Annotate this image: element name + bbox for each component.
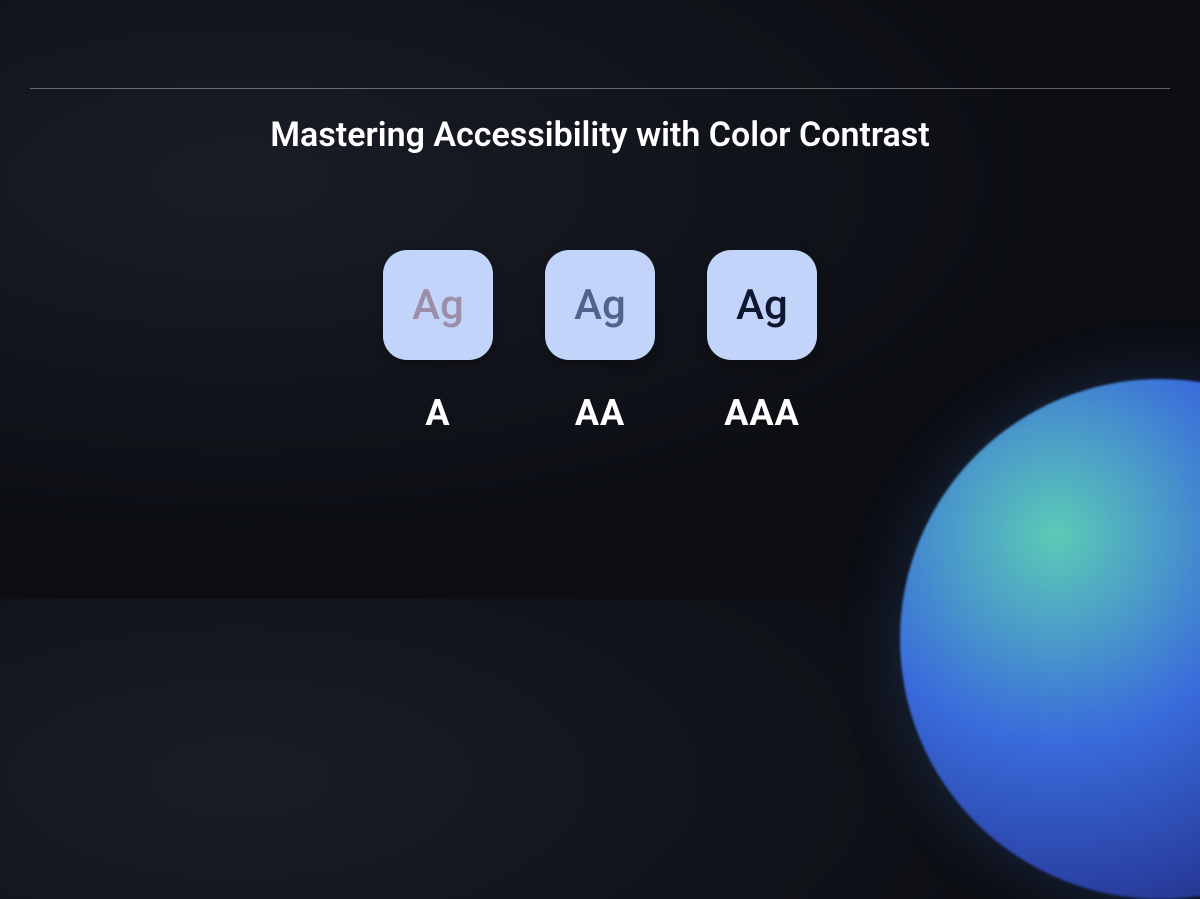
swatch-a: Ag — [383, 250, 493, 360]
swatch-aaa: Ag — [707, 250, 817, 360]
level-label-aaa: AAA — [724, 392, 800, 434]
contrast-level-a: Ag A — [383, 250, 493, 434]
decorative-orb — [900, 379, 1200, 899]
contrast-level-aaa: Ag AAA — [707, 250, 817, 434]
page-title: Mastering Accessibility with Color Contr… — [0, 115, 1200, 155]
contrast-swatch-row: Ag A Ag AA Ag AAA — [0, 250, 1200, 434]
level-label-a: A — [425, 392, 450, 434]
swatch-aa: Ag — [545, 250, 655, 360]
top-divider — [30, 88, 1170, 89]
contrast-level-aa: Ag AA — [545, 250, 655, 434]
level-label-aa: AA — [575, 392, 625, 434]
